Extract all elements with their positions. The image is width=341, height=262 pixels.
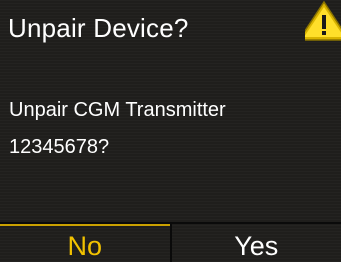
dialog-title: Unpair Device?: [8, 13, 189, 43]
dialog-message: Unpair CGM Transmitter 12345678?: [9, 98, 226, 159]
device-screen: Unpair Device? Unpair CGM Transmitter 12…: [0, 0, 341, 262]
message-line: Unpair CGM Transmitter: [9, 99, 226, 121]
yes-button-label: Yes: [234, 231, 279, 261]
yes-button[interactable]: Yes: [172, 224, 341, 262]
no-button[interactable]: No: [0, 224, 172, 262]
no-button-label: No: [67, 231, 102, 261]
softkey-bar: No Yes: [0, 222, 341, 262]
warning-triangle-icon: [305, 0, 341, 41]
transmitter-serial: 12345678?: [9, 136, 110, 158]
